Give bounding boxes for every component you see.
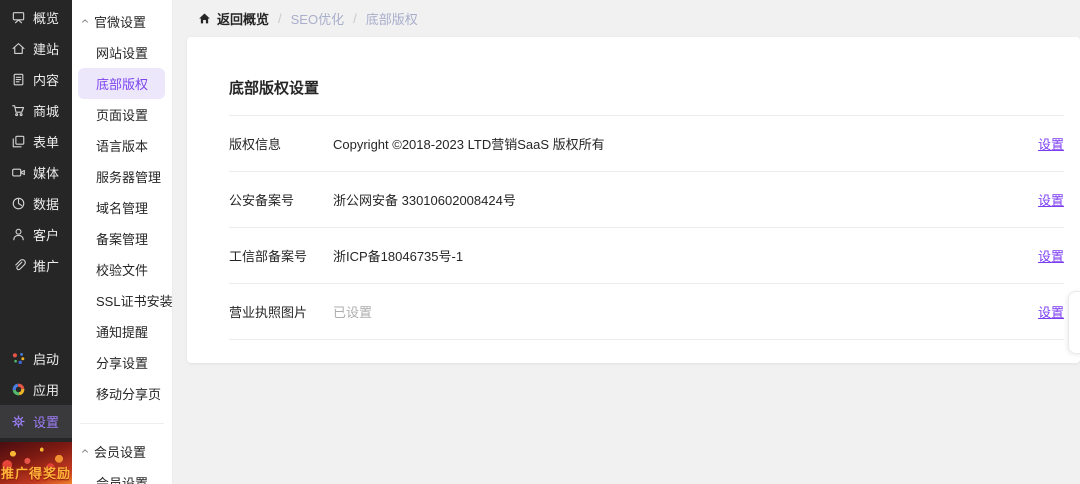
- subnav-item[interactable]: 语言版本: [72, 130, 172, 161]
- row-label: 版权信息: [229, 137, 282, 152]
- nav-rail: 概览建站内容商城表单媒体数据客户推广 启动应用设置 推广得奖励: [0, 0, 72, 484]
- apps-icon: [11, 382, 26, 397]
- settings-row: 工信部备案号 浙ICP备18046735号-1 设置: [229, 228, 1064, 284]
- mall-icon: [11, 103, 26, 118]
- nav-rail-item-data[interactable]: 数据: [0, 188, 72, 219]
- promo-banner[interactable]: 推广得奖励: [0, 442, 72, 484]
- page-title: 底部版权设置: [229, 80, 320, 97]
- nav-rail-item-content[interactable]: 内容: [0, 64, 72, 95]
- subnav-item[interactable]: 页面设置: [72, 99, 172, 130]
- nav-rail-item-label: 内容: [33, 73, 60, 88]
- data-icon: [11, 196, 26, 211]
- customer-icon: [11, 227, 26, 242]
- nav-rail-item-gear[interactable]: 设置: [0, 405, 72, 438]
- launch-icon: [11, 351, 26, 366]
- breadcrumb-separator: /: [353, 11, 357, 26]
- content-icon: [11, 72, 26, 87]
- subnav-item[interactable]: 服务器管理: [72, 161, 172, 192]
- chevron-up-icon: [80, 14, 90, 29]
- row-settings-link[interactable]: 设置: [1038, 246, 1064, 265]
- subnav-group-header[interactable]: 官微设置: [72, 6, 172, 37]
- nav-rail-item-label: 推广: [33, 259, 60, 274]
- site-icon: [11, 41, 26, 56]
- media-icon: [11, 165, 26, 180]
- settings-row: 版权信息 Copyright ©2018-2023 LTD营销SaaS 版权所有 设…: [229, 116, 1064, 172]
- nav-rail-item-label: 媒体: [33, 166, 60, 181]
- subnav-item[interactable]: 网站设置: [72, 37, 172, 68]
- app-window: 概览 建站 内容 商城 表单 媒体 数据 客户 推广 启动 应用 设置 推广得奖励 官微设置 网站设置…: [0, 0, 1080, 484]
- nav-rail-item-label: 设置: [33, 415, 60, 430]
- nav-rail-bottom-items: 启动 应用 设置: [0, 343, 72, 438]
- nav-rail-item-form[interactable]: 表单: [0, 126, 72, 157]
- promo-banner-text: 推广得奖励: [0, 466, 71, 481]
- subnav-group-header[interactable]: 会员设置: [72, 436, 172, 467]
- row-label: 公安备案号: [229, 193, 295, 208]
- subnav-item[interactable]: SSL证书安装: [72, 285, 173, 316]
- nav-rail-item-promotion[interactable]: 推广: [0, 250, 72, 281]
- row-label: 营业执照图片: [229, 305, 308, 320]
- nav-rail-item-launch[interactable]: 启动: [0, 343, 72, 374]
- row-settings-link[interactable]: 设置: [1038, 302, 1064, 321]
- subnav-item[interactable]: 会员设置: [72, 467, 172, 484]
- nav-rail-item-label: 数据: [33, 197, 60, 212]
- nav-rail-item-media[interactable]: 媒体: [0, 157, 72, 188]
- home-icon: [198, 12, 211, 25]
- nav-rail-item-label: 建站: [33, 42, 60, 57]
- nav-rail-item-label: 启动: [33, 352, 60, 367]
- settings-row: 营业执照图片 已设置 设置: [229, 284, 1064, 340]
- nav-rail-item-customer[interactable]: 客户: [0, 219, 72, 250]
- nav-rail-item-apps[interactable]: 应用: [0, 374, 72, 405]
- subnav-item[interactable]: 域名管理: [72, 192, 172, 223]
- nav-rail-item-mall[interactable]: 商城: [0, 95, 72, 126]
- subnav-group-title: 官微设置: [94, 15, 147, 30]
- promotion-icon: [11, 258, 26, 273]
- form-icon: [11, 134, 26, 149]
- nav-rail-item-overview[interactable]: 概览: [0, 2, 72, 33]
- breadcrumb-link[interactable]: 底部版权: [366, 9, 418, 28]
- subnav-item[interactable]: 备案管理: [72, 223, 172, 254]
- settings-card: 底部版权设置 版权信息 Copyright ©2018-2023 LTD营销Saa…: [187, 37, 1080, 363]
- row-label: 工信部备案号: [229, 249, 308, 264]
- overview-icon: [11, 10, 26, 25]
- nav-rail-item-label: 客户: [33, 228, 60, 243]
- row-value: 已设置: [333, 305, 373, 320]
- breadcrumb-trail: / SEO优化 / 底部版权: [278, 9, 418, 28]
- row-settings-link[interactable]: 设置: [1038, 190, 1064, 209]
- nav-rail-item-label: 表单: [33, 135, 60, 150]
- settings-row: 公安备案号 浙公网安备 33010602008424号 设置: [229, 172, 1064, 228]
- row-value: 浙公网安备 33010602008424号: [333, 193, 516, 208]
- subnav-item[interactable]: 校验文件: [72, 254, 172, 285]
- nav-rail-item-label: 应用: [33, 383, 60, 398]
- subnav-divider: [80, 423, 164, 424]
- subnav: 官微设置网站设置 底部版权 页面设置 语言版本 服务器管理 域名管理 备案管理 校验文件 SSL…: [72, 0, 173, 484]
- breadcrumb-link[interactable]: SEO优化: [291, 9, 344, 28]
- subnav-item[interactable]: 移动分享页: [72, 378, 172, 409]
- breadcrumb: 返回概览 / SEO优化 / 底部版权: [173, 0, 1080, 37]
- nav-rail-item-label: 概览: [33, 11, 60, 26]
- chevron-up-icon: [80, 444, 90, 459]
- main-area: 返回概览 / SEO优化 / 底部版权 底部版权设置 版权信息 Copyright ©2…: [173, 0, 1080, 484]
- subnav-group-title: 会员设置: [94, 445, 147, 460]
- floating-side-widget[interactable]: [1068, 291, 1080, 354]
- nav-rail-item-site[interactable]: 建站: [0, 33, 72, 64]
- row-settings-link[interactable]: 设置: [1038, 134, 1064, 153]
- nav-rail-item-label: 商城: [33, 104, 60, 119]
- breadcrumb-separator: /: [278, 11, 282, 26]
- gear-icon: [11, 414, 26, 429]
- subnav-item[interactable]: 通知提醒: [72, 316, 172, 347]
- row-value: 浙ICP备18046735号-1: [333, 249, 464, 264]
- nav-rail-top-items: 概览建站内容商城表单媒体数据客户推广: [0, 0, 72, 281]
- subnav-item[interactable]: 底部版权: [78, 68, 165, 99]
- subnav-item[interactable]: 分享设置: [72, 347, 172, 378]
- settings-rows: 版权信息 Copyright ©2018-2023 LTD营销SaaS 版权所有设…: [229, 116, 1064, 340]
- row-value: Copyright ©2018-2023 LTD营销SaaS 版权所有: [333, 137, 605, 152]
- breadcrumb-back-link[interactable]: 返回概览: [217, 9, 269, 28]
